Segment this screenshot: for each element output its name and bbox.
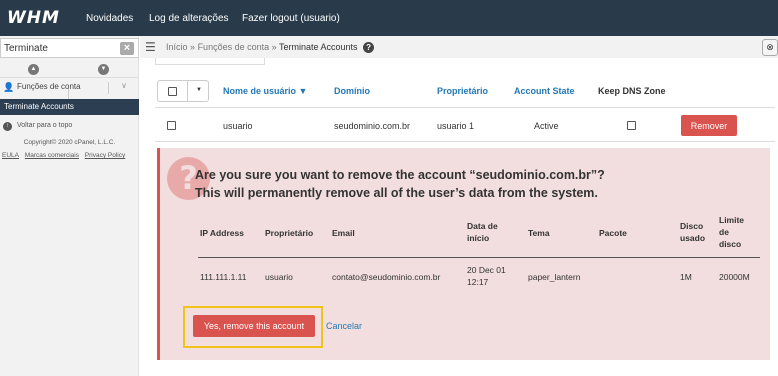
- menu-toggle-icon[interactable]: ☰: [145, 40, 156, 54]
- detail-disk-used: 1M: [680, 272, 692, 282]
- detail-header-owner: Proprietário: [265, 228, 314, 238]
- detail-owner: usuario: [265, 272, 293, 282]
- detail-ip: 111.111.1.11: [200, 272, 247, 282]
- table-header-border: [155, 107, 775, 108]
- sidebar-collapse-controls: ▲ ▼: [0, 62, 139, 103]
- whm-logo[interactable]: WHM: [7, 8, 60, 28]
- column-header-username[interactable]: Nome de usuário ▼: [223, 86, 307, 96]
- collapse-up-icon[interactable]: ▲: [28, 64, 39, 75]
- footer-links: EULA Marcas comerciais Privacy Policy: [2, 152, 129, 159]
- detail-table-border: [198, 257, 760, 258]
- confirm-title-line2: This will permanently remove all of the …: [195, 186, 598, 200]
- eula-link[interactable]: EULA: [2, 152, 19, 159]
- date-line: 20 Dec 01: [467, 265, 506, 275]
- breadcrumb-current: Terminate Accounts: [279, 42, 358, 52]
- column-header-owner[interactable]: Proprietário: [437, 86, 488, 96]
- cancel-link[interactable]: Cancelar: [326, 321, 362, 331]
- header-line: Disco: [680, 221, 704, 231]
- row-border: [155, 141, 775, 142]
- keep-dns-checkbox[interactable]: [627, 121, 636, 130]
- clear-search-icon[interactable]: ×: [120, 42, 134, 55]
- column-header-account-state[interactable]: Account State: [514, 86, 575, 96]
- help-icon[interactable]: ?: [363, 42, 375, 53]
- detail-header-disk-limit: Limite de disco: [719, 214, 744, 250]
- header-line: Data de: [467, 221, 498, 231]
- select-all-checkbox[interactable]: [168, 87, 177, 96]
- time-line: 12:17: [467, 277, 489, 287]
- breadcrumb-trail: Início » Funções de conta » Terminate Ac…: [166, 42, 375, 53]
- breadcrumb-section[interactable]: Funções de conta: [198, 42, 270, 52]
- detail-disk-limit: 20000M: [719, 272, 750, 282]
- row-domain: seudominio.com.br: [334, 121, 411, 131]
- sidebar-category[interactable]: 👤 Funções de conta ∨: [0, 80, 139, 96]
- detail-theme: paper_lantern: [528, 272, 581, 282]
- nav-logout[interactable]: Fazer logout (usuario): [242, 13, 340, 24]
- copyright-text: Copyright© 2020 cPanel, L.L.C.: [23, 139, 116, 146]
- header-line: início: [467, 233, 490, 243]
- sidebar: × ▲ ▼ 👤 Funções de conta ∨ Terminate Acc…: [0, 36, 139, 376]
- column-header-keep-dns: Keep DNS Zone: [598, 86, 666, 96]
- confirm-remove-button[interactable]: Yes, remove this account: [193, 315, 315, 337]
- expand-down-icon[interactable]: ▼: [98, 64, 109, 75]
- nav-changelog[interactable]: Log de alterações: [149, 13, 229, 24]
- breadcrumb-separator: »: [271, 42, 277, 52]
- sidebar-item-terminate-accounts[interactable]: Terminate Accounts: [0, 99, 139, 115]
- header-line: de: [719, 227, 729, 237]
- select-all-dropdown[interactable]: ▼: [157, 80, 209, 102]
- arrow-up-icon: ↑: [3, 122, 12, 131]
- detail-header-ip: IP Address: [200, 228, 244, 238]
- divider: [108, 82, 109, 94]
- close-icon[interactable]: ⊗: [762, 39, 778, 56]
- chevron-down-icon[interactable]: ∨: [121, 81, 127, 90]
- breadcrumb-separator: »: [190, 42, 196, 52]
- sidebar-category-label: Funções de conta: [17, 82, 81, 91]
- search-tab-edge: [155, 58, 265, 65]
- detail-start-date: 20 Dec 01 12:17: [467, 264, 506, 288]
- trademarks-link[interactable]: Marcas comerciais: [25, 152, 79, 159]
- back-to-top-label: Voltar para o topo: [17, 122, 73, 129]
- header-line: Limite: [719, 215, 745, 225]
- header-line: disco: [719, 239, 742, 249]
- row-account-state: Active: [534, 121, 559, 131]
- detail-header-package: Pacote: [599, 228, 627, 238]
- privacy-policy-link[interactable]: Privacy Policy: [85, 152, 125, 159]
- detail-header-email: Email: [332, 228, 355, 238]
- caret-down-icon[interactable]: ▼: [196, 87, 202, 93]
- detail-header-disk-used: Disco usado: [680, 220, 705, 244]
- row-username: usuario: [223, 121, 253, 131]
- breadcrumb-home[interactable]: Início: [166, 42, 188, 52]
- nav-news[interactable]: Novidades: [86, 13, 133, 24]
- breadcrumb: ☰ Início » Funções de conta » Terminate …: [140, 36, 778, 58]
- detail-header-start-date: Data de início: [467, 220, 498, 244]
- confirm-title-line1: Are you sure you want to remove the acco…: [195, 168, 605, 182]
- remove-button[interactable]: Remover: [681, 115, 737, 136]
- header-line: usado: [680, 233, 706, 243]
- detail-header-theme: Tema: [528, 228, 550, 238]
- row-select-checkbox[interactable]: [167, 121, 176, 130]
- divider: [187, 81, 188, 101]
- sidebar-search-input[interactable]: [4, 41, 114, 56]
- sidebar-search-box: ×: [0, 38, 139, 58]
- back-to-top-link[interactable]: ↑ Voltar para o topo: [3, 122, 72, 131]
- row-owner: usuario 1: [437, 121, 475, 131]
- user-icon: 👤: [3, 82, 15, 92]
- detail-email: contato@seudominio.com.br: [332, 272, 441, 282]
- top-bar: WHM Novidades Log de alterações Fazer lo…: [0, 0, 778, 36]
- column-header-domain[interactable]: Domínio: [334, 86, 370, 96]
